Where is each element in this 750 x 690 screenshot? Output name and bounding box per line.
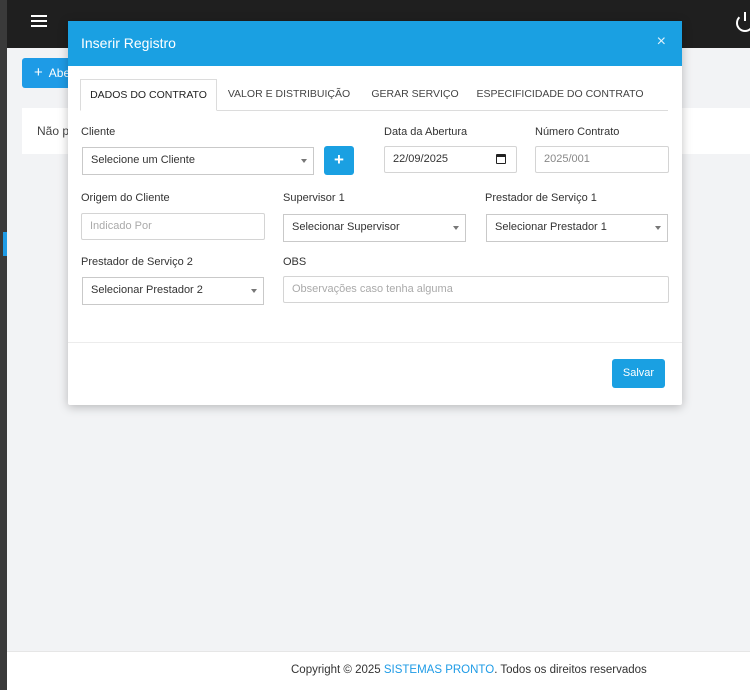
save-button[interactable]: Salvar bbox=[612, 359, 665, 388]
prestador2-select[interactable]: Selecionar Prestador 2 bbox=[82, 277, 264, 305]
tab-gerar-servico[interactable]: GERAR SERVIÇO bbox=[360, 79, 470, 111]
tab-dados-do-contrato[interactable]: DADOS DO CONTRATO bbox=[80, 79, 217, 111]
numero-contrato-label: Número Contrato bbox=[535, 126, 620, 138]
footer: Copyright © 2025 SISTEMAS PRONTO. Todos … bbox=[7, 651, 750, 690]
obs-input[interactable]: Observações caso tenha alguma bbox=[283, 276, 669, 303]
prestador2-label: Prestador de Serviço 2 bbox=[81, 256, 193, 268]
background-new-button-label: Abe bbox=[48, 66, 71, 80]
tab-bar: DADOS DO CONTRATO VALOR E DISTRIBUIÇÃO G… bbox=[80, 79, 668, 111]
data-abertura-value: 22/09/2025 bbox=[393, 153, 449, 165]
supervisor-select[interactable]: Selecionar Supervisor bbox=[283, 214, 466, 242]
close-icon[interactable]: × bbox=[657, 33, 666, 51]
calendar-icon[interactable] bbox=[496, 154, 506, 164]
modal-divider bbox=[68, 342, 682, 343]
modal-title: Inserir Registro bbox=[81, 35, 176, 51]
numero-contrato-input[interactable]: 2025/001 bbox=[535, 146, 669, 173]
cliente-label: Cliente bbox=[81, 126, 116, 138]
brand-link[interactable]: SISTEMAS PRONTO bbox=[384, 664, 494, 676]
prestador1-select[interactable]: Selecionar Prestador 1 bbox=[486, 214, 668, 242]
tab-valor-e-distribuicao[interactable]: VALOR E DISTRIBUIÇÃO bbox=[220, 79, 358, 111]
supervisor-label: Supervisor 1 bbox=[283, 192, 345, 204]
modal-header: Inserir Registro × bbox=[68, 21, 682, 66]
data-abertura-input[interactable]: 22/09/2025 bbox=[384, 146, 517, 173]
add-cliente-button[interactable]: + bbox=[324, 146, 354, 175]
copyright-text: Copyright © 2025 SISTEMAS PRONTO. Todos … bbox=[291, 664, 647, 676]
copyright-prefix: Copyright © 2025 bbox=[291, 664, 384, 676]
origem-cliente-label: Origem do Cliente bbox=[81, 192, 170, 204]
sidebar-active-marker bbox=[3, 232, 7, 256]
tab-especificidade-do-contrato[interactable]: ESPECIFICIDADE DO CONTRATO bbox=[474, 79, 646, 111]
hamburger-menu-icon[interactable] bbox=[31, 15, 47, 29]
obs-label: OBS bbox=[283, 256, 307, 268]
insert-record-modal: Inserir Registro × DADOS DO CONTRATO VAL… bbox=[68, 21, 682, 405]
left-edge bbox=[0, 0, 7, 690]
copyright-suffix: . Todos os direitos reservados bbox=[494, 664, 647, 676]
origem-cliente-input[interactable]: Indicado Por bbox=[81, 213, 265, 240]
data-abertura-label: Data da Abertura bbox=[384, 126, 468, 138]
prestador1-label: Prestador de Serviço 1 bbox=[485, 192, 597, 204]
power-icon[interactable] bbox=[736, 12, 750, 32]
cliente-select[interactable]: Selecione um Cliente bbox=[82, 147, 314, 175]
plus-icon: + bbox=[34, 64, 43, 81]
